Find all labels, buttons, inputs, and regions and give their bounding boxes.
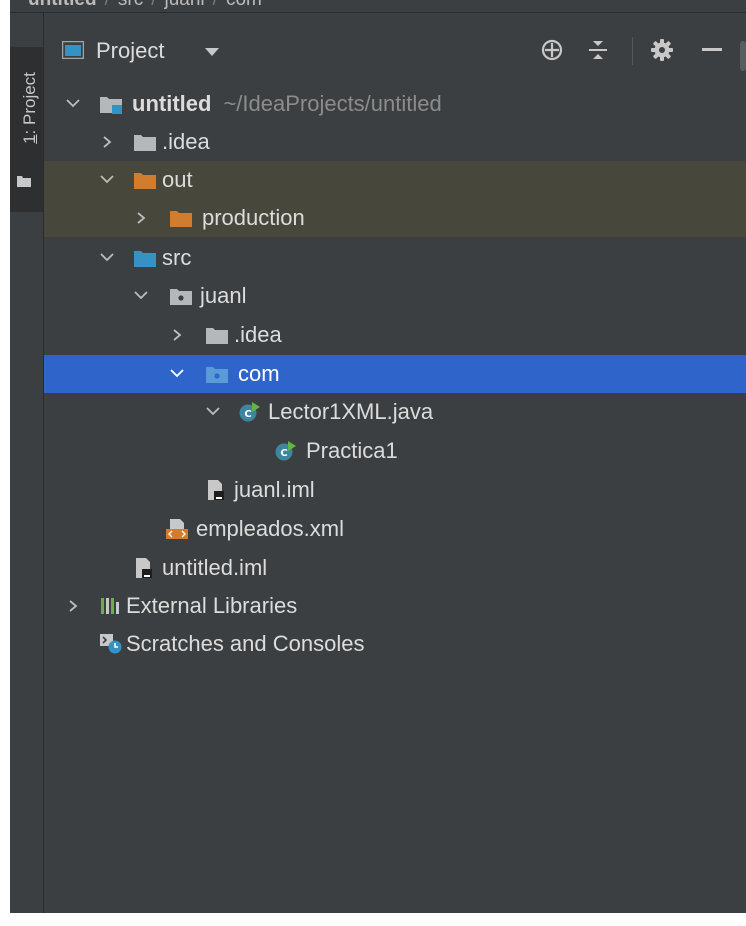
excluded-folder-icon: [134, 173, 156, 189]
java-class-icon: C: [239, 402, 260, 422]
breadcrumb-item-juanl[interactable]: juanl: [165, 0, 205, 10]
root-module-name: untitled: [132, 91, 212, 116]
svg-text:C: C: [280, 448, 287, 459]
libraries-icon: [101, 598, 119, 614]
toolbar-divider: [632, 37, 633, 65]
breadcrumb-separator: /: [151, 0, 156, 10]
package-folder-icon: [170, 289, 192, 305]
tree-item-src[interactable]: src: [44, 239, 746, 277]
tree-item-label: juanl: [200, 283, 247, 308]
folder-icon: [134, 135, 156, 151]
scrollbar-thumb[interactable]: [740, 41, 746, 71]
tree-item-juanl-iml[interactable]: juanl.iml: [44, 471, 746, 509]
tree-item-juanl-idea[interactable]: .idea: [44, 316, 746, 354]
minimize-icon[interactable]: [702, 48, 722, 51]
tree-item-com[interactable]: com: [44, 355, 746, 393]
excluded-folder-icon: [170, 211, 192, 227]
tree-item-label: com: [238, 361, 280, 386]
chevron-down-icon[interactable]: [100, 252, 114, 264]
root-module-path: ~/IdeaProjects/untitled: [223, 91, 442, 116]
tree-item-scratches[interactable]: Scratches and Consoles: [44, 625, 746, 663]
tree-item-idea[interactable]: .idea: [44, 123, 746, 161]
chevron-down-icon[interactable]: [205, 48, 219, 56]
xml-file-icon: [166, 519, 188, 539]
tree-item-external-libraries[interactable]: External Libraries: [44, 587, 746, 625]
breadcrumb-item-src[interactable]: src: [118, 0, 143, 10]
tree-item-untitled[interactable]: untitled ~/IdeaProjects/untitled: [44, 85, 746, 123]
project-panel: Project untitled ~/IdeaProjects/untitled…: [44, 13, 746, 913]
chevron-right-icon[interactable]: [170, 329, 184, 341]
folder-icon: [17, 176, 31, 187]
tree-item-juanl[interactable]: juanl: [44, 277, 746, 315]
tree-item-production[interactable]: production: [44, 199, 746, 237]
tree-item-label: .idea: [234, 322, 282, 347]
chevron-down-icon[interactable]: [100, 174, 114, 186]
tree-item-label: Scratches and Consoles: [126, 631, 365, 656]
tree-item-out[interactable]: out: [44, 161, 746, 199]
tree-item-label: Lector1XML.java: [268, 399, 434, 424]
collapse-all-icon[interactable]: [586, 38, 610, 62]
java-class-icon: C: [275, 441, 296, 461]
breadcrumb-item-com[interactable]: com: [226, 0, 262, 10]
chevron-down-icon[interactable]: [170, 368, 184, 380]
project-tool-tab[interactable]: 1: Project: [10, 47, 43, 212]
breadcrumb-item-untitled[interactable]: untitled: [28, 0, 97, 10]
source-folder-icon: [134, 251, 156, 267]
tree-item-untitled-iml[interactable]: untitled.iml: [44, 549, 746, 587]
tree-item-label: production: [202, 205, 305, 230]
tree-item-empleados[interactable]: empleados.xml: [44, 510, 746, 548]
module-file-icon: [136, 558, 152, 578]
module-file-icon: [208, 480, 224, 500]
tool-window-stripe: 1: Project: [10, 13, 44, 913]
breadcrumb-separator: /: [105, 0, 110, 10]
chevron-down-icon[interactable]: [66, 98, 80, 110]
module-folder-icon: [100, 97, 122, 114]
locate-icon[interactable]: [540, 38, 564, 62]
chevron-right-icon[interactable]: [134, 212, 148, 224]
tree-item-lector[interactable]: C Lector1XML.java: [44, 393, 746, 431]
ide-window: untitled / src / juanl / com 1: Project Projec…: [10, 0, 746, 913]
breadcrumb: untitled / src / juanl / com: [10, 0, 746, 13]
tree-item-label: .idea: [162, 129, 210, 154]
tree-item-label: empleados.xml: [196, 516, 344, 541]
project-tool-tab-text: : Project: [20, 72, 39, 135]
gear-icon[interactable]: [650, 38, 674, 62]
chevron-down-icon[interactable]: [134, 290, 148, 302]
project-window-icon: [62, 41, 84, 59]
folder-icon: [206, 328, 228, 344]
chevron-right-icon[interactable]: [100, 136, 114, 148]
chevron-down-icon[interactable]: [206, 406, 220, 418]
svg-text:C: C: [244, 409, 251, 420]
tree-item-label: untitled.iml: [162, 555, 268, 580]
tree-item-label: External Libraries: [126, 593, 298, 618]
project-view-title[interactable]: Project: [96, 39, 164, 63]
tree-item-label: src: [162, 245, 192, 270]
scratches-icon: [100, 634, 122, 654]
tree-item-label: juanl.iml: [234, 477, 315, 502]
tree-item-label: out: [162, 167, 193, 192]
tree-item-label: Practica1: [306, 438, 398, 463]
project-tool-tab-number: 1: [20, 134, 39, 144]
package-folder-icon: [206, 367, 228, 383]
tree-item-practica[interactable]: C Practica1: [44, 432, 746, 470]
project-toolbar: Project: [44, 31, 746, 71]
project-tool-tab-label: 1: Project: [20, 66, 40, 150]
chevron-right-icon[interactable]: [66, 600, 80, 612]
tree-item-label: untitled ~/IdeaProjects/untitled: [132, 85, 442, 123]
breadcrumb-separator: /: [213, 0, 218, 10]
